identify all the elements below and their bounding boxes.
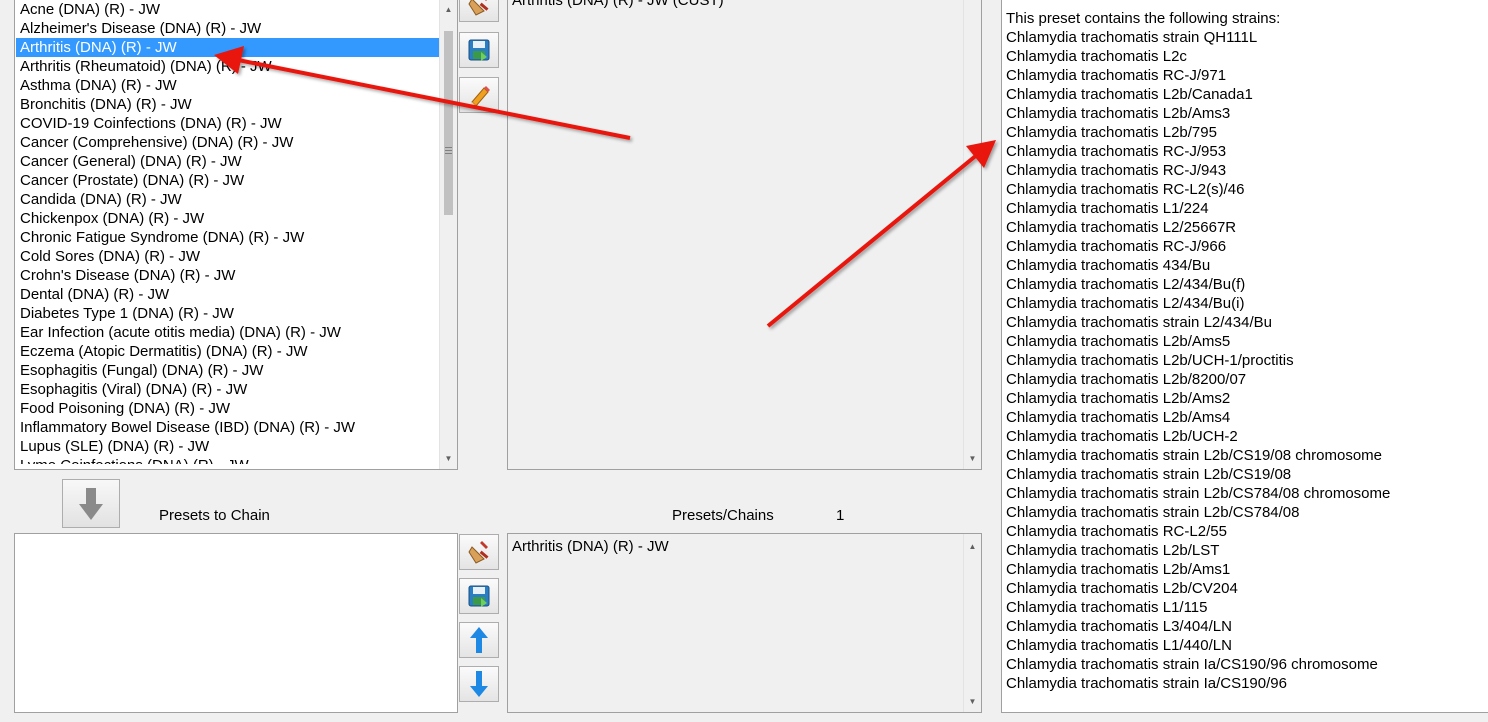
preset-list-item[interactable]: Food Poisoning (DNA) (R) - JW — [16, 399, 439, 418]
strain-line: Chlamydia trachomatis RC-L2/55 — [1006, 523, 1227, 540]
preset-list-item[interactable]: Acne (DNA) (R) - JW — [16, 0, 439, 19]
strain-line: Chlamydia trachomatis strain L2b/CS19/08… — [1006, 447, 1383, 464]
strain-line: Chlamydia trachomatis RC-L2(s)/46 — [1006, 181, 1245, 198]
preset-list-scrollbar[interactable]: ▲ ▼ — [439, 0, 457, 469]
strain-line: Chlamydia trachomatis L2b/UCH-1/proctiti… — [1006, 352, 1294, 369]
strain-line: Chlamydia trachomatis RC-J/953 — [1006, 143, 1227, 160]
save-preset-button[interactable] — [459, 32, 499, 68]
strain-line: Chlamydia trachomatis L2b/CV204 — [1006, 580, 1238, 597]
strain-line: Chlamydia trachomatis L2b/8200/07 — [1006, 371, 1247, 388]
custom-preset-panel[interactable]: Arthritis (DNA) (R) - JW (CUST) ▼ — [507, 0, 982, 470]
presets-to-chain-label: Presets to Chain — [159, 507, 270, 524]
preset-listbox[interactable]: .. Acne (DNA) (R) - JWAlzheimer's Diseas… — [14, 0, 458, 470]
strain-line: Chlamydia trachomatis strain L2b/CS784/0… — [1006, 504, 1300, 521]
arrow-down-icon — [79, 487, 103, 520]
scroll-up-icon[interactable]: ▲ — [964, 538, 981, 555]
strain-line: Chlamydia trachomatis L2b/Ams4 — [1006, 409, 1231, 426]
preset-list-rows: .. Acne (DNA) (R) - JWAlzheimer's Diseas… — [16, 0, 439, 464]
strain-line: Chlamydia trachomatis L2/434/Bu(i) — [1006, 295, 1245, 312]
strain-info-text: This preset contains the following strai… — [1002, 0, 1488, 693]
chain-list-item[interactable]: Arthritis (DNA) (R) - JW — [508, 537, 981, 556]
preset-list-item[interactable]: Bronchitis (DNA) (R) - JW — [16, 95, 439, 114]
clear-presets-button[interactable] — [459, 0, 499, 22]
edit-preset-button[interactable] — [459, 77, 499, 113]
presets-to-chain-listbox[interactable] — [14, 533, 458, 713]
preset-list-item[interactable]: Esophagitis (Fungal) (DNA) (R) - JW — [16, 361, 439, 380]
strain-line: Chlamydia trachomatis L2b/Ams5 — [1006, 333, 1231, 350]
preset-list-item[interactable]: Asthma (DNA) (R) - JW — [16, 76, 439, 95]
presets-chains-panel[interactable]: Arthritis (DNA) (R) - JW ▲ ▼ — [507, 533, 982, 713]
chain-list-rows: Arthritis (DNA) (R) - JW — [508, 534, 981, 556]
add-to-chain-button[interactable] — [62, 479, 120, 528]
move-down-button[interactable] — [459, 666, 499, 702]
preset-list-item[interactable]: Inflammatory Bowel Disease (IBD) (DNA) (… — [16, 418, 439, 437]
strain-line: Chlamydia trachomatis L2c — [1006, 48, 1187, 65]
preset-list-item[interactable]: Cold Sores (DNA) (R) - JW — [16, 247, 439, 266]
strain-line: Chlamydia trachomatis strain Ia/CS190/96… — [1006, 656, 1378, 673]
preset-list-item[interactable]: Lupus (SLE) (DNA) (R) - JW — [16, 437, 439, 456]
preset-list-item[interactable]: Candida (DNA) (R) - JW — [16, 190, 439, 209]
preset-list-item[interactable]: Arthritis (DNA) (R) - JW — [16, 38, 439, 57]
strain-line: Chlamydia trachomatis L2/25667R — [1006, 219, 1237, 236]
arrow-up-icon — [470, 627, 488, 653]
strain-line: Chlamydia trachomatis L2/434/Bu(f) — [1006, 276, 1246, 293]
strain-line: Chlamydia trachomatis strain QH111L — [1006, 29, 1258, 46]
strain-line: Chlamydia trachomatis L1/115 — [1006, 599, 1208, 616]
strain-line: Chlamydia trachomatis L2b/Ams2 — [1006, 390, 1231, 407]
strain-line: Chlamydia trachomatis L2b/Ams3 — [1006, 105, 1231, 122]
presets-chains-count: 1 — [836, 507, 845, 524]
strain-line: Chlamydia trachomatis RC-J/943 — [1006, 162, 1227, 179]
move-up-button[interactable] — [459, 622, 499, 658]
custom-panel-scrollbar[interactable]: ▼ — [963, 0, 981, 469]
scroll-up-icon[interactable]: ▲ — [440, 1, 457, 18]
save-disk-icon — [468, 585, 490, 607]
strain-line: Chlamydia trachomatis L2b/UCH-2 — [1006, 428, 1238, 445]
scroll-thumb[interactable] — [444, 31, 453, 215]
preset-list-item[interactable]: Alzheimer's Disease (DNA) (R) - JW — [16, 19, 439, 38]
strain-line: Chlamydia trachomatis strain Ia/CS190/96 — [1006, 675, 1287, 692]
clear-broom-icon — [468, 0, 489, 16]
strain-info-panel[interactable]: This preset contains the following strai… — [1001, 0, 1488, 713]
strain-line: Chlamydia trachomatis L2b/LST — [1006, 542, 1220, 559]
preset-list-item[interactable]: Arthritis (Rheumatoid) (DNA) (R) - JW — [16, 57, 439, 76]
preset-list-item[interactable]: Cancer (Comprehensive) (DNA) (R) - JW — [16, 133, 439, 152]
strain-line: Chlamydia trachomatis L1/440/LN — [1006, 637, 1232, 654]
save-chain-button[interactable] — [459, 578, 499, 614]
presets-chains-label: Presets/Chains — [672, 507, 774, 524]
clear-broom-icon — [468, 541, 489, 564]
preset-list-item[interactable]: Diabetes Type 1 (DNA) (R) - JW — [16, 304, 439, 323]
strain-line: Chlamydia trachomatis RC-J/971 — [1006, 67, 1227, 84]
preset-list-item[interactable]: Ear Infection (acute otitis media) (DNA)… — [16, 323, 439, 342]
clear-chain-button[interactable] — [459, 534, 499, 570]
strain-line: Chlamydia trachomatis L2b/Ams1 — [1006, 561, 1231, 578]
preset-list-item[interactable]: Cancer (General) (DNA) (R) - JW — [16, 152, 439, 171]
strain-line: Chlamydia trachomatis L2b/795 — [1006, 124, 1217, 141]
preset-list-item[interactable]: Chickenpox (DNA) (R) - JW — [16, 209, 439, 228]
scroll-down-icon[interactable]: ▼ — [440, 450, 457, 467]
preset-list-item[interactable]: Dental (DNA) (R) - JW — [16, 285, 439, 304]
edit-pencil-icon — [470, 86, 490, 107]
strain-line: Chlamydia trachomatis L3/404/LN — [1006, 618, 1232, 635]
strain-line: Chlamydia trachomatis strain L2b/CS784/0… — [1006, 485, 1391, 502]
strain-info-header: This preset contains the following strai… — [1006, 10, 1281, 27]
custom-preset-partial-text: Arthritis (DNA) (R) - JW (CUST) — [512, 0, 724, 9]
preset-list-item[interactable]: Esophagitis (Viral) (DNA) (R) - JW — [16, 380, 439, 399]
preset-list-item-partial-bottom[interactable]: Lyme Coinfections (DNA) (R) - JW — [16, 456, 439, 464]
save-disk-icon — [468, 39, 490, 61]
chains-panel-scrollbar[interactable]: ▲ ▼ — [963, 534, 981, 712]
scroll-down-icon[interactable]: ▼ — [964, 693, 981, 710]
strain-line: Chlamydia trachomatis strain L2b/CS19/08 — [1006, 466, 1292, 483]
strain-line: Chlamydia trachomatis RC-J/966 — [1006, 238, 1227, 255]
preset-list-item[interactable]: Cancer (Prostate) (DNA) (R) - JW — [16, 171, 439, 190]
preset-list-item[interactable]: Chronic Fatigue Syndrome (DNA) (R) - JW — [16, 228, 439, 247]
arrow-down-icon — [470, 671, 488, 697]
preset-list-item[interactable]: Crohn's Disease (DNA) (R) - JW — [16, 266, 439, 285]
strain-line: Chlamydia trachomatis L2b/Canada1 — [1006, 86, 1253, 103]
scroll-down-icon[interactable]: ▼ — [964, 450, 981, 467]
strain-line: Chlamydia trachomatis strain L2/434/Bu — [1006, 314, 1272, 331]
strain-line: Chlamydia trachomatis 434/Bu — [1006, 257, 1211, 274]
preset-list-item[interactable]: COVID-19 Coinfections (DNA) (R) - JW — [16, 114, 439, 133]
strain-line: Chlamydia trachomatis L1/224 — [1006, 200, 1209, 217]
preset-list-item[interactable]: Eczema (Atopic Dermatitis) (DNA) (R) - J… — [16, 342, 439, 361]
